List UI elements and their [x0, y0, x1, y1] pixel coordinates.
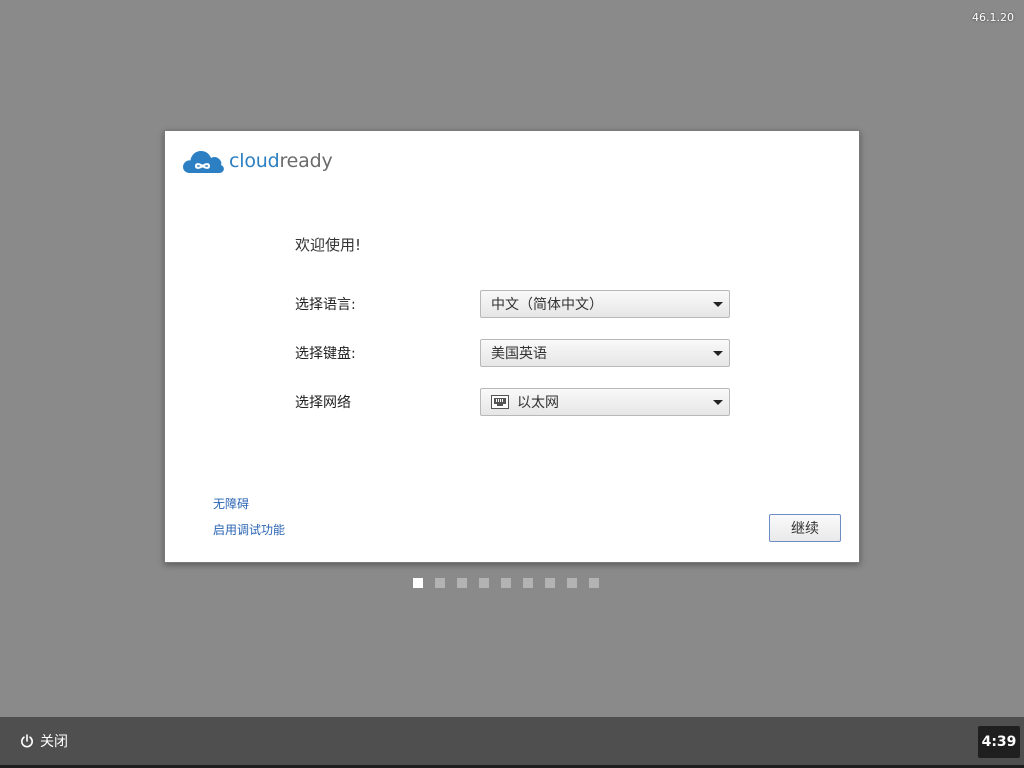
continue-button[interactable]: 继续	[769, 514, 841, 542]
shelf: 关闭 4:39	[0, 717, 1024, 768]
network-select[interactable]: 以太网	[480, 388, 730, 416]
shutdown-label: 关闭	[40, 734, 68, 750]
step-pager	[413, 578, 599, 588]
pager-dot[interactable]	[479, 578, 489, 588]
pager-dot[interactable]	[545, 578, 555, 588]
pager-dot[interactable]	[567, 578, 577, 588]
language-label: 选择语言:	[295, 297, 356, 313]
pager-dot[interactable]	[501, 578, 511, 588]
shutdown-button[interactable]: 关闭	[20, 731, 68, 751]
chevron-down-icon	[713, 351, 723, 356]
network-row: 选择网络 以太网	[295, 388, 731, 416]
language-select[interactable]: 中文（简体中文）	[480, 290, 730, 318]
logo-text-cloud: cloud	[229, 150, 280, 172]
enable-debugging-link[interactable]: 启用调试功能	[213, 521, 285, 538]
pager-dot[interactable]	[435, 578, 445, 588]
language-row: 选择语言: 中文（简体中文）	[295, 290, 731, 318]
cloudready-logo: cloudready	[181, 147, 333, 175]
pager-dot[interactable]	[589, 578, 599, 588]
keyboard-value: 美国英语	[491, 346, 547, 362]
keyboard-label: 选择键盘:	[295, 346, 356, 362]
language-value: 中文（简体中文）	[491, 297, 603, 313]
logo-text-ready: ready	[279, 150, 333, 172]
network-label: 选择网络	[295, 395, 351, 411]
chevron-down-icon	[713, 302, 723, 307]
power-icon	[21, 734, 33, 748]
ethernet-icon	[491, 395, 509, 409]
keyboard-row: 选择键盘: 美国英语	[295, 339, 731, 367]
chevron-down-icon	[713, 400, 723, 405]
keyboard-select[interactable]: 美国英语	[480, 339, 730, 367]
version-label: 46.1.20	[972, 11, 1014, 24]
cloud-icon	[183, 151, 224, 173]
logo-text: cloudready	[229, 150, 333, 172]
network-value: 以太网	[517, 395, 559, 411]
welcome-heading: 欢迎使用!	[295, 236, 362, 254]
clock[interactable]: 4:39	[978, 726, 1020, 758]
pager-dot[interactable]	[523, 578, 533, 588]
pager-dot[interactable]	[413, 578, 423, 588]
accessibility-link[interactable]: 无障碍	[213, 495, 249, 512]
pager-dot[interactable]	[457, 578, 467, 588]
setup-dialog: cloudready 欢迎使用! 选择语言: 中文（简体中文） 选择键盘: 美国…	[164, 130, 860, 563]
